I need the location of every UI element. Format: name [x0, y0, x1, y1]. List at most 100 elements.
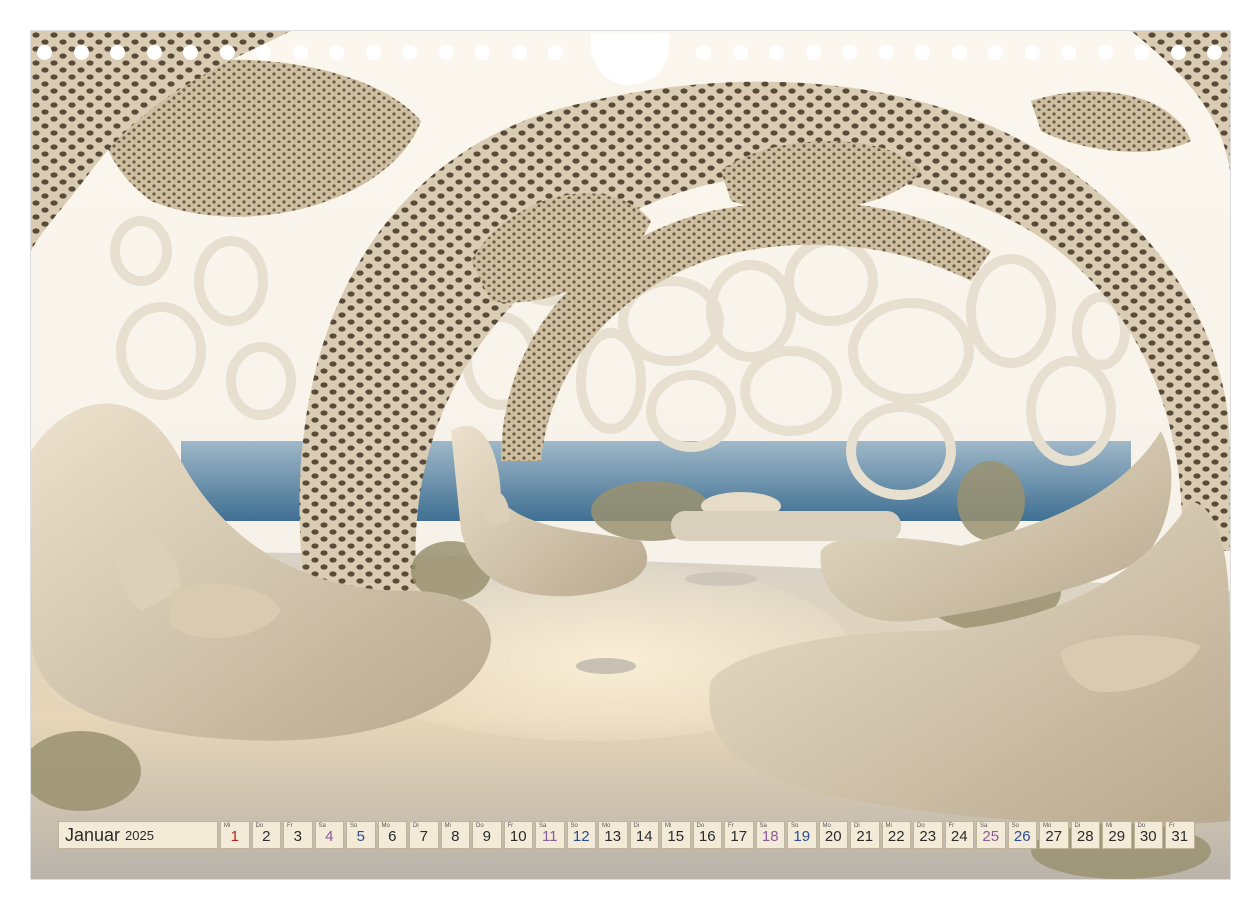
binding-hole — [951, 45, 967, 60]
day-cell: Fr 24 — [944, 821, 974, 849]
day-cell: Do 30 — [1133, 821, 1163, 849]
binding-hole — [183, 45, 198, 60]
day-number: 30 — [1139, 828, 1157, 845]
binding-hole — [878, 45, 894, 60]
day-cell: Sa 18 — [755, 821, 785, 849]
binding-hole — [988, 45, 1003, 60]
binding-holes — [31, 33, 1230, 85]
day-number: 12 — [572, 828, 590, 845]
day-cell: Mi 29 — [1102, 821, 1132, 849]
day-number: 24 — [950, 828, 968, 845]
month-calendar-strip: Januar 2025 Mi 1 Do 2 Fr 3 Sa 4 So 5 Mo 6 Di 7 Mi 8 Do 9 F… — [58, 821, 1197, 849]
binding-hole — [475, 45, 490, 60]
binding-hole — [292, 45, 308, 60]
binding-hole — [842, 45, 857, 60]
binding-hole — [438, 45, 454, 60]
binding-hole — [1170, 45, 1186, 60]
day-cell: Mi 8 — [440, 821, 470, 849]
binding-hole — [769, 45, 784, 60]
organic-lounge-photo — [31, 31, 1230, 879]
day-number: 14 — [635, 828, 653, 845]
day-number: 23 — [919, 828, 937, 845]
day-number: 26 — [1013, 828, 1031, 845]
binding-hole — [219, 45, 235, 60]
binding-hole — [915, 45, 930, 60]
binding-hole — [365, 45, 381, 60]
day-cell: Mo 20 — [818, 821, 848, 849]
day-cell: Mo 6 — [377, 821, 407, 849]
day-cell: So 5 — [346, 821, 376, 849]
day-number: 3 — [293, 828, 302, 845]
day-number: 21 — [856, 828, 874, 845]
binding-hole — [146, 45, 162, 60]
day-cell: So 12 — [566, 821, 596, 849]
month-year: 2025 — [125, 827, 154, 843]
day-number: 15 — [667, 828, 685, 845]
day-cell: Do 16 — [692, 821, 722, 849]
binding-hole — [696, 45, 711, 60]
calendar-sheet: Januar 2025 Mi 1 Do 2 Fr 3 Sa 4 So 5 Mo 6 Di 7 Mi 8 Do 9 F… — [31, 31, 1230, 879]
day-cell: Mo 13 — [598, 821, 628, 849]
binding-hole — [548, 45, 563, 60]
day-cell: Fr 3 — [283, 821, 313, 849]
day-cell: So 19 — [787, 821, 817, 849]
day-cell: Di 14 — [629, 821, 659, 849]
day-number: 4 — [325, 828, 334, 845]
day-number: 2 — [262, 828, 271, 845]
day-cell: Fr 31 — [1165, 821, 1195, 849]
day-cell: Sa 4 — [314, 821, 344, 849]
binding-hole — [1134, 45, 1149, 60]
month-name: Januar — [65, 824, 121, 845]
day-number: 8 — [451, 828, 460, 845]
day-cell: Sa 25 — [976, 821, 1006, 849]
day-cell: Do 23 — [913, 821, 943, 849]
binding-hole — [256, 45, 271, 60]
day-number: 11 — [541, 828, 558, 845]
day-number: 1 — [230, 828, 239, 845]
day-cell: Di 28 — [1070, 821, 1100, 849]
day-cell: Mo 27 — [1039, 821, 1069, 849]
day-number: 31 — [1171, 828, 1189, 845]
day-cell: Fr 17 — [724, 821, 754, 849]
day-cell: Di 7 — [409, 821, 439, 849]
binding-hole — [1024, 45, 1040, 60]
binding-hole — [805, 45, 821, 60]
day-cell: Do 2 — [251, 821, 281, 849]
day-cell: Sa 11 — [535, 821, 565, 849]
binding-hole — [1207, 45, 1222, 60]
day-number: 13 — [604, 828, 622, 845]
day-cell: Do 9 — [472, 821, 502, 849]
day-number: 19 — [793, 828, 811, 845]
day-number: 5 — [356, 828, 365, 845]
day-number: 22 — [887, 828, 905, 845]
day-number: 25 — [982, 828, 1000, 845]
binding-hole — [1061, 45, 1076, 60]
month-label: Januar 2025 — [58, 821, 218, 849]
binding-hole — [1097, 45, 1113, 60]
day-number: 7 — [419, 828, 428, 845]
day-number: 6 — [388, 828, 397, 845]
day-number: 27 — [1045, 828, 1063, 845]
binding-hole — [73, 45, 89, 60]
day-number: 16 — [698, 828, 716, 845]
day-cell: Di 21 — [850, 821, 880, 849]
day-number: 9 — [482, 828, 491, 845]
day-cell: Mi 1 — [220, 821, 250, 849]
binding-hole — [329, 45, 344, 60]
binding-hole — [37, 45, 52, 60]
day-number: 18 — [761, 828, 779, 845]
binding-hole — [511, 45, 527, 60]
day-cell: Fr 10 — [503, 821, 533, 849]
binding-hole — [402, 45, 417, 60]
binding-hole — [732, 45, 748, 60]
day-cell: Mi 15 — [661, 821, 691, 849]
day-cells: Mi 1 Do 2 Fr 3 Sa 4 So 5 Mo 6 Di 7 Mi 8 Do 9 Fr 10 Sa 11 So 12 M… — [220, 821, 1197, 849]
day-number: 20 — [824, 828, 842, 845]
binding-hole — [110, 45, 125, 60]
day-number: 28 — [1076, 828, 1094, 845]
day-cell: So 26 — [1007, 821, 1037, 849]
day-number: 29 — [1108, 828, 1126, 845]
day-cell: Mi 22 — [881, 821, 911, 849]
day-number: 17 — [730, 828, 748, 845]
day-number: 10 — [509, 828, 527, 845]
